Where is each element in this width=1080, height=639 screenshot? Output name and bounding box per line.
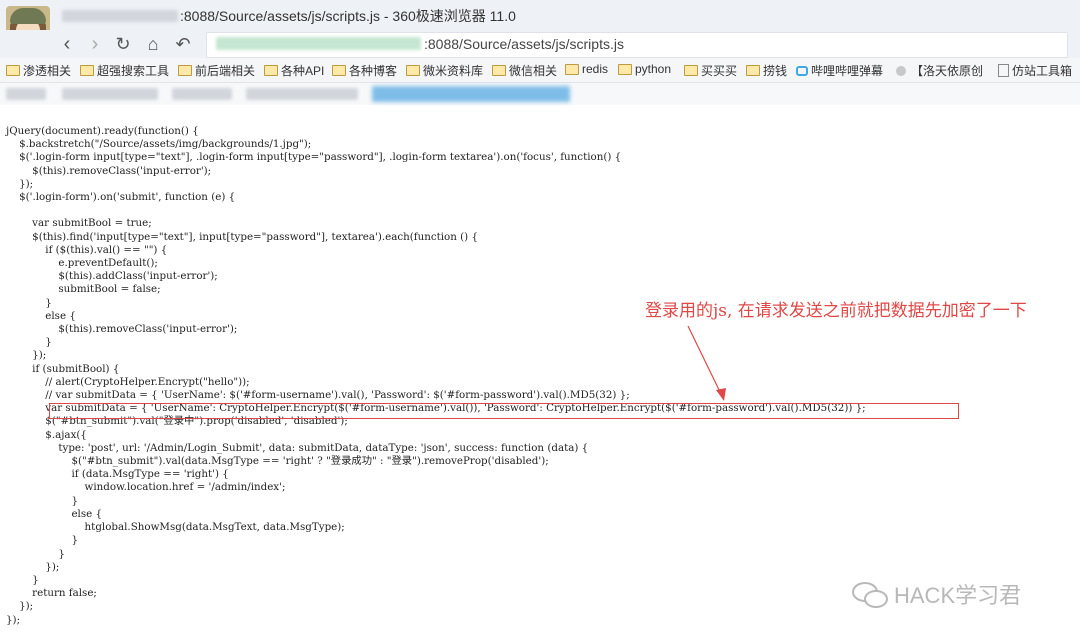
code-line: else {: [6, 507, 103, 520]
code-line: $(this).removeClass('input-error');: [6, 323, 238, 336]
bookmark-item[interactable]: 买买买: [684, 62, 737, 79]
bookmark-item[interactable]: 仿站工具箱: [998, 62, 1072, 79]
code-line: if (data.MsgType == 'right') {: [6, 468, 229, 481]
bookmark-item[interactable]: 捞钱: [746, 62, 787, 79]
code-line: $.backstretch("/Source/assets/img/backgr…: [6, 138, 312, 151]
back-button[interactable]: ‹: [56, 30, 78, 58]
forward-button[interactable]: ›: [84, 30, 106, 58]
window-title: :8088/Source/assets/js/scripts.js - 360极…: [180, 8, 516, 24]
code-line: $('.login-form').on('submit', function (…: [6, 191, 236, 204]
code-line: $(this).find('input[type="text"], input[…: [6, 230, 479, 243]
folder-icon: [178, 65, 192, 76]
code-line: if ($(this).val() == "") {: [6, 243, 168, 256]
code-line: e.preventDefault();: [6, 257, 158, 270]
code-line: });: [6, 349, 47, 362]
home-button[interactable]: ⌂: [142, 30, 164, 58]
page-icon: [998, 64, 1009, 77]
bookmark-item[interactable]: 各种博客: [332, 62, 397, 79]
code-line: else {: [6, 309, 76, 322]
code-line: jQuery(document).ready(function() {: [6, 125, 199, 137]
code-line: return false;: [6, 587, 97, 600]
folder-icon: [332, 65, 346, 76]
bookmark-item[interactable]: python: [618, 62, 671, 76]
code-line: }: [6, 573, 39, 586]
code-line: $("#btn_submit").val(data.MsgType == 'ri…: [6, 455, 549, 468]
bookmark-item[interactable]: 微米资料库: [406, 62, 483, 79]
code-line: $('.login-form input[type="text"], .logi…: [6, 151, 622, 164]
code-line: }: [6, 494, 79, 507]
folder-icon: [618, 63, 632, 75]
code-line: });: [6, 613, 21, 626]
code-line: $(this).removeClass('input-error');: [6, 164, 212, 177]
folder-icon: [565, 63, 579, 75]
address-url[interactable]: :8088/Source/assets/js/scripts.js: [424, 36, 624, 52]
highlight-box: [49, 403, 959, 419]
code-line: // var submitData = { 'UserName': $('#fo…: [6, 389, 630, 402]
bookmark-item[interactable]: 哔哩哔哩弹幕: [796, 62, 883, 79]
source-code: jQuery(document).ready(function() { $.ba…: [6, 125, 866, 627]
code-line: });: [6, 177, 34, 190]
bookmark-item[interactable]: 超强搜索工具: [80, 62, 169, 79]
redacted-host-title: [62, 10, 178, 22]
code-line: }: [6, 296, 52, 309]
code-line: // alert(CryptoHelper.Encrypt("hello"));: [6, 375, 250, 388]
code-line: submitBool = false;: [6, 283, 161, 296]
folder-icon: [684, 65, 698, 76]
code-line: htglobal.ShowMsg(data.MsgText, data.MsgT…: [6, 521, 345, 534]
code-line: }: [6, 534, 79, 547]
refresh-button[interactable]: ↻: [112, 30, 134, 58]
annotation-text: 登录用的js, 在请求发送之前就把数据先加密了一下: [645, 301, 1027, 321]
bookmark-item[interactable]: 【洛天依原创: [896, 62, 983, 79]
folder-icon: [406, 65, 420, 76]
undo-close-button[interactable]: ↶: [172, 30, 194, 58]
bookmark-item[interactable]: 各种API: [264, 62, 324, 79]
folder-icon: [264, 65, 278, 76]
code-line: type: 'post', url: '/Admin/Login_Submit'…: [6, 441, 589, 454]
watermark-text: HACK学习君: [894, 583, 1022, 608]
bookmark-item[interactable]: 微信相关: [492, 62, 557, 79]
redacted-host-url: [216, 37, 421, 50]
folder-icon: [6, 65, 20, 76]
code-line: if (submitBool) {: [6, 362, 120, 375]
code-line: var submitBool = true;: [6, 217, 152, 230]
code-line: $(this).addClass('input-error');: [6, 270, 218, 283]
code-line: });: [6, 560, 60, 573]
gear-icon: [896, 65, 906, 76]
code-line: }: [6, 547, 65, 560]
folder-icon: [80, 65, 94, 76]
code-line: window.location.href = '/admin/index';: [6, 481, 286, 494]
folder-icon: [492, 65, 506, 76]
code-line: });: [6, 600, 34, 613]
wechat-icon: [852, 580, 888, 608]
bookmark-item[interactable]: 前后端相关: [178, 62, 255, 79]
code-line: $.ajax({: [6, 428, 87, 441]
code-line: }: [6, 336, 52, 349]
folder-icon: [746, 65, 760, 76]
bilibili-icon: [796, 65, 808, 76]
bookmark-item[interactable]: 渗透相关: [6, 62, 71, 79]
watermark: HACK学习君: [852, 578, 1021, 610]
bookmark-item[interactable]: redis: [565, 62, 608, 76]
